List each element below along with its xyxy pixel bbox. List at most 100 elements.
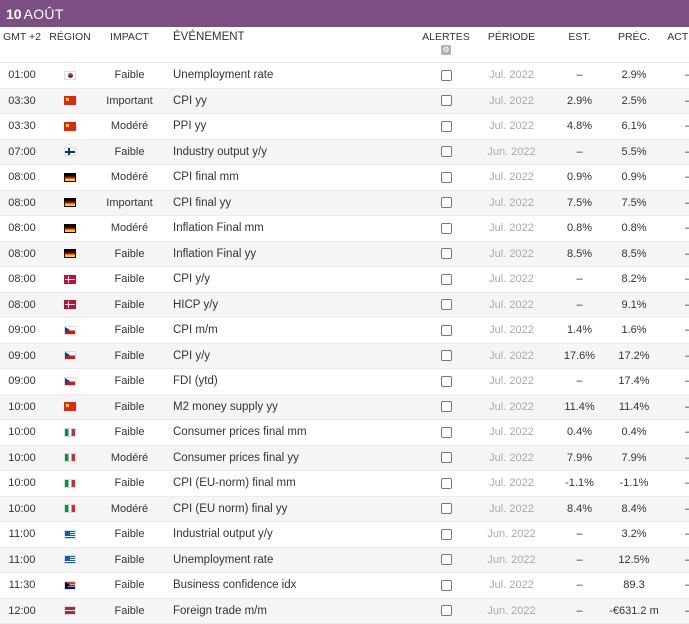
table-row[interactable]: 10:00 Modéré CPI (EU norm) final yy Jul. 20… — [0, 496, 689, 522]
table-row[interactable]: 03:30 ModéréPPI yy Jul. 20224.8%6.1%– — [0, 113, 689, 140]
date-month: AOÛT — [23, 5, 64, 22]
gear-icon[interactable]: ⚙ — [441, 45, 451, 55]
col-header-est[interactable]: EST. — [551, 27, 608, 63]
table-row[interactable]: 01:00 Faible Unemployment rate Jul. 2022–2.… — [0, 62, 689, 89]
de-flag-icon — [64, 198, 76, 208]
actual-value: – — [660, 88, 689, 114]
cz-flag-icon — [64, 325, 76, 335]
col-header-prev[interactable]: PRÉC. — [608, 27, 660, 63]
event-time: 08:00 — [0, 190, 44, 216]
event-time: 10:00 — [0, 419, 44, 446]
actual-value: – — [660, 190, 689, 216]
estimate-value: 8.4% — [551, 496, 608, 522]
event-name[interactable]: CPI final mm — [163, 164, 420, 191]
estimate-value: 7.5% — [551, 190, 608, 216]
alert-checkbox[interactable] — [440, 401, 452, 413]
event-name[interactable]: HICP y/y — [163, 292, 420, 318]
table-row[interactable]: 08:00FaibleCPI y/yJul. 2022–8.2%– — [0, 266, 689, 293]
table-row[interactable]: 08:00 Faible Inflation Final yy Jul. 2022 8.… — [0, 241, 689, 267]
alert-cell — [420, 139, 472, 165]
table-row[interactable]: 09:00 FaibleCPI m/m Jul. 20221.4%1.6%– — [0, 317, 689, 344]
table-row[interactable]: 10:00 Modéré Consumer prices final yy Jul. … — [0, 445, 689, 471]
alert-checkbox[interactable] — [440, 197, 452, 209]
table-row[interactable]: 12:00 Faible Foreign trade m/m Jun. 2022– -€… — [0, 598, 689, 624]
event-name[interactable]: CPI (EU norm) final yy — [163, 496, 420, 522]
alert-checkbox[interactable] — [440, 324, 452, 336]
table-row[interactable]: 10:00 Faible Consumer prices final mm Jul. … — [0, 419, 689, 446]
table-row[interactable]: 09:00FaibleFDI (ytd)Jul. 2022–17.4%– — [0, 368, 689, 395]
previous-value: 8.2% — [608, 266, 660, 293]
table-row[interactable]: 08:00 Modéré Inflation Final mm Jul. 2022 0.… — [0, 215, 689, 242]
event-name[interactable]: Industrial output y/y — [163, 521, 420, 548]
event-name[interactable]: CPI yy — [163, 88, 420, 114]
alert-checkbox[interactable] — [440, 528, 452, 540]
col-header-time[interactable]: GMT +2 — [0, 27, 44, 63]
event-name[interactable]: Foreign trade m/m — [163, 598, 420, 624]
table-row[interactable]: 09:00 FaibleCPI y/y Jul. 202217.6%17.2%– — [0, 343, 689, 369]
event-name[interactable]: Industry output y/y — [163, 139, 420, 165]
event-period: Jul. 2022 — [472, 241, 551, 267]
event-name[interactable]: CPI (EU-norm) final mm — [163, 470, 420, 497]
event-period: Jul. 2022 — [472, 215, 551, 242]
event-name[interactable]: M2 money supply yy — [163, 394, 420, 420]
alert-checkbox[interactable] — [440, 579, 452, 591]
actual-value: – — [660, 547, 689, 573]
event-name[interactable]: CPI y/y — [163, 343, 420, 369]
event-name[interactable]: Consumer prices final mm — [163, 419, 420, 446]
event-period: Jul. 2022 — [472, 317, 551, 344]
col-header-region[interactable]: RÉGION — [44, 27, 96, 63]
alert-checkbox[interactable] — [440, 171, 452, 183]
event-name[interactable]: FDI (ytd) — [163, 368, 420, 395]
alert-checkbox[interactable] — [440, 248, 452, 260]
alert-checkbox[interactable] — [440, 146, 452, 158]
alert-checkbox[interactable] — [440, 426, 452, 438]
event-period: Jul. 2022 — [472, 266, 551, 293]
alert-checkbox[interactable] — [440, 605, 452, 617]
alert-checkbox[interactable] — [440, 503, 452, 515]
gr-flag-icon — [64, 555, 76, 565]
col-header-event[interactable]: ÉVÉNEMENT — [163, 27, 420, 63]
event-time: 01:00 — [0, 62, 44, 89]
event-name[interactable]: Business confidence idx — [163, 572, 420, 599]
alert-checkbox[interactable] — [440, 95, 452, 107]
col-header-actual[interactable]: ACTUEL — [660, 27, 689, 63]
event-name[interactable]: Consumer prices final yy — [163, 445, 420, 471]
table-row[interactable]: 11:00 Faible Unemployment rate Jun. 2022–12… — [0, 547, 689, 573]
col-header-impact[interactable]: IMPACT — [96, 27, 163, 63]
table-row[interactable]: 08:00 Modéré CPI final mm Jul. 2022 0.9% 0.9%… — [0, 164, 689, 191]
event-name[interactable]: Unemployment rate — [163, 62, 420, 89]
table-row[interactable]: 07:00 Faible Industry output y/y Jun. 2022–… — [0, 139, 689, 165]
event-time: 10:00 — [0, 394, 44, 420]
alert-checkbox[interactable] — [440, 554, 452, 566]
event-name[interactable]: PPI yy — [163, 113, 420, 140]
event-time: 08:00 — [0, 164, 44, 191]
event-name[interactable]: CPI y/y — [163, 266, 420, 293]
region-cell — [44, 598, 96, 624]
table-row[interactable]: 03:30 ImportantCPI yy Jul. 20222.9%2.5%– — [0, 88, 689, 114]
event-name[interactable]: CPI m/m — [163, 317, 420, 344]
event-name[interactable]: Unemployment rate — [163, 547, 420, 573]
alert-checkbox[interactable] — [440, 299, 452, 311]
previous-value: 3.2% — [608, 521, 660, 548]
region-cell — [44, 521, 96, 548]
alert-checkbox[interactable] — [440, 452, 452, 464]
alert-checkbox[interactable] — [440, 273, 452, 285]
alert-checkbox[interactable] — [440, 350, 452, 362]
event-name[interactable]: Inflation Final mm — [163, 215, 420, 242]
alert-checkbox[interactable] — [440, 120, 452, 132]
col-header-period[interactable]: PÉRIODE — [472, 27, 551, 63]
alert-checkbox[interactable] — [440, 477, 452, 489]
table-row[interactable]: 08:00FaibleHICP y/yJul. 2022–9.1%– — [0, 292, 689, 318]
alert-checkbox[interactable] — [440, 375, 452, 387]
actual-value: – — [660, 266, 689, 293]
table-row[interactable]: 11:00 Faible Industrial output y/y Jun. 202… — [0, 521, 689, 548]
table-row[interactable]: 10:00 Faible M2 money supply yy Jul. 2022 11… — [0, 394, 689, 420]
table-row[interactable]: 08:00 Important CPI final yy Jul. 2022 7.5% 7… — [0, 190, 689, 216]
alert-checkbox[interactable] — [440, 69, 452, 81]
alert-checkbox[interactable] — [440, 222, 452, 234]
table-row[interactable]: 10:00 Faible CPI (EU-norm) final mm Jul. 20… — [0, 470, 689, 497]
alert-cell — [420, 88, 472, 114]
table-row[interactable]: 11:30 Faible Business confidence idx Jul. 2… — [0, 572, 689, 599]
event-name[interactable]: Inflation Final yy — [163, 241, 420, 267]
event-name[interactable]: CPI final yy — [163, 190, 420, 216]
